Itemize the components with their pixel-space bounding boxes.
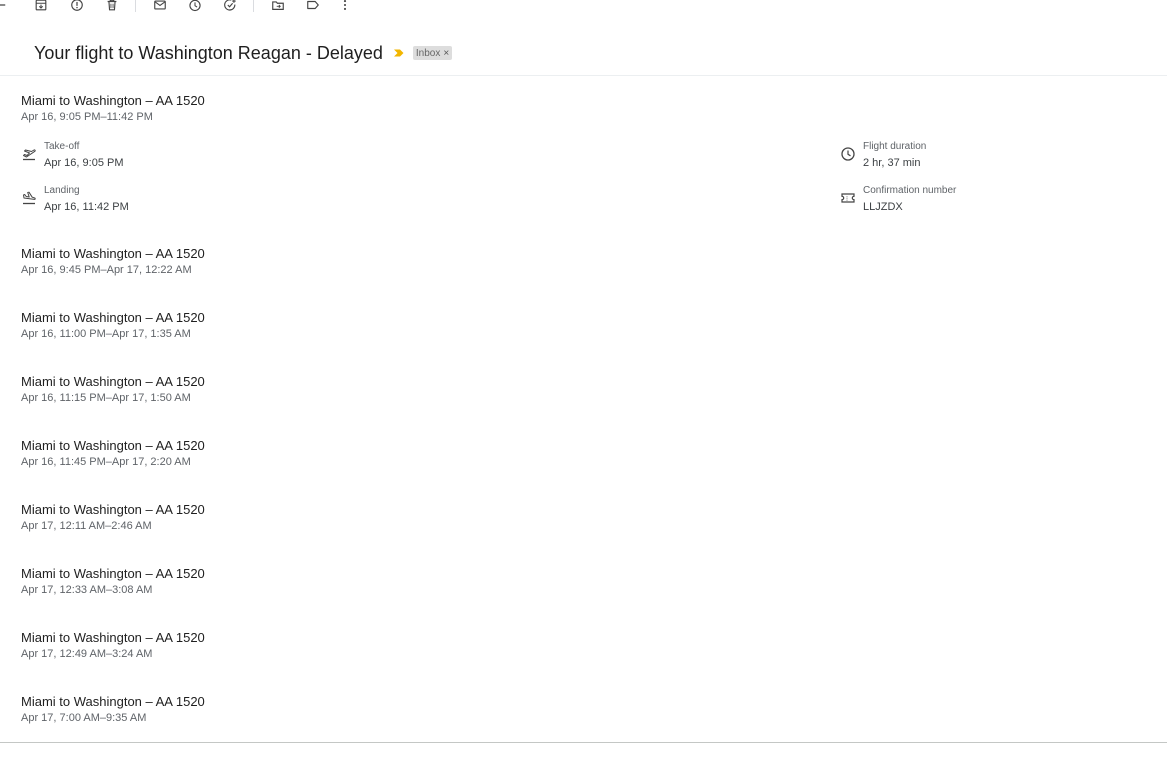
landing-label: Landing [44, 185, 80, 196]
duration-value: 2 hr, 37 min [863, 157, 921, 169]
flight-time: Apr 17, 7:00 AM–9:35 AM [21, 712, 147, 724]
flight-title: Miami to Washington – AA 1520 [21, 566, 205, 581]
remove-label-icon[interactable]: × [443, 48, 449, 59]
flight-item[interactable]: Miami to Washington – AA 1520 Apr 16, 11… [21, 310, 205, 341]
flight-item[interactable]: Miami to Washington – AA 1520 Apr 17, 12… [21, 630, 205, 661]
flight-title: Miami to Washington – AA 1520 [21, 502, 205, 517]
toolbar [0, 0, 1167, 14]
flight-takeoff-icon [20, 145, 38, 163]
takeoff-label: Take-off [44, 141, 80, 152]
flight-item[interactable]: Miami to Washington – AA 1520 Apr 16, 11… [21, 438, 205, 469]
flight-time: Apr 16, 11:00 PM–Apr 17, 1:35 AM [21, 328, 191, 340]
delete-icon[interactable] [104, 0, 120, 13]
flight-item[interactable]: Miami to Washington – AA 1520 Apr 16, 9:… [21, 246, 205, 277]
email-subject: Your flight to Washington Reagan - Delay… [34, 42, 383, 63]
flight-title: Miami to Washington – AA 1520 [21, 438, 205, 453]
report-spam-icon[interactable] [69, 0, 85, 13]
takeoff-detail: Take-off Apr 16, 9:05 PM [20, 141, 124, 170]
flight-land-icon [20, 189, 38, 207]
flight-time: Apr 16, 9:45 PM–Apr 17, 12:22 AM [21, 264, 192, 276]
flight-item[interactable]: Miami to Washington – AA 1520 Apr 16, 9:… [21, 93, 205, 124]
confirmation-label: Confirmation number [863, 185, 957, 196]
toolbar-divider [135, 0, 136, 12]
flight-title: Miami to Washington – AA 1520 [21, 374, 205, 389]
snooze-icon[interactable] [187, 0, 203, 13]
flight-time: Apr 17, 12:49 AM–3:24 AM [21, 648, 153, 660]
flight-item[interactable]: Miami to Washington – AA 1520 Apr 17, 12… [21, 566, 205, 597]
label-chip-text: Inbox [415, 47, 441, 59]
flight-item[interactable]: Miami to Washington – AA 1520 Apr 17, 12… [21, 502, 205, 533]
flight-title: Miami to Washington – AA 1520 [21, 310, 205, 325]
confirmation-value[interactable]: LLJZDX [863, 200, 956, 214]
flight-time: Apr 17, 12:33 AM–3:08 AM [21, 584, 153, 596]
flight-item[interactable]: Miami to Washington – AA 1520 Apr 16, 11… [21, 374, 205, 405]
flight-title: Miami to Washington – AA 1520 [21, 246, 205, 261]
flight-title: Miami to Washington – AA 1520 [21, 630, 205, 645]
flight-time: Apr 16, 9:05 PM–11:42 PM [21, 111, 153, 123]
clock-icon [839, 145, 857, 163]
flight-time: Apr 16, 11:15 PM–Apr 17, 1:50 AM [21, 392, 191, 404]
duration-detail: Flight duration 2 hr, 37 min [839, 141, 926, 170]
archive-icon[interactable] [33, 0, 49, 13]
card-bottom-border [0, 742, 1167, 743]
duration-label: Flight duration [863, 141, 927, 152]
landing-value: Apr 16, 11:42 PM [44, 201, 129, 213]
flight-item[interactable]: Miami to Washington – AA 1520 Apr 17, 7:… [21, 694, 205, 725]
mark-unread-icon[interactable] [152, 0, 168, 13]
toolbar-divider [253, 0, 254, 12]
takeoff-value: Apr 16, 9:05 PM [44, 157, 124, 169]
ticket-icon [839, 189, 857, 207]
move-to-icon[interactable] [270, 0, 286, 13]
flight-time: Apr 16, 11:45 PM–Apr 17, 2:20 AM [21, 456, 191, 468]
flight-time: Apr 17, 12:11 AM–2:46 AM [21, 520, 152, 532]
flight-title: Miami to Washington – AA 1520 [21, 694, 205, 709]
flight-title: Miami to Washington – AA 1520 [21, 93, 205, 108]
add-to-tasks-icon[interactable] [222, 0, 238, 13]
subject-row: Your flight to Washington Reagan - Delay… [34, 40, 453, 66]
header-divider [0, 75, 1167, 76]
importance-marker-icon[interactable] [393, 47, 405, 59]
confirmation-detail: Confirmation number LLJZDX [839, 185, 956, 214]
label-icon[interactable] [305, 0, 321, 13]
back-arrow-icon[interactable] [0, 0, 8, 13]
inbox-label-chip[interactable]: Inbox × [412, 46, 453, 60]
landing-detail: Landing Apr 16, 11:42 PM [20, 185, 129, 214]
more-options-icon[interactable] [337, 0, 353, 13]
